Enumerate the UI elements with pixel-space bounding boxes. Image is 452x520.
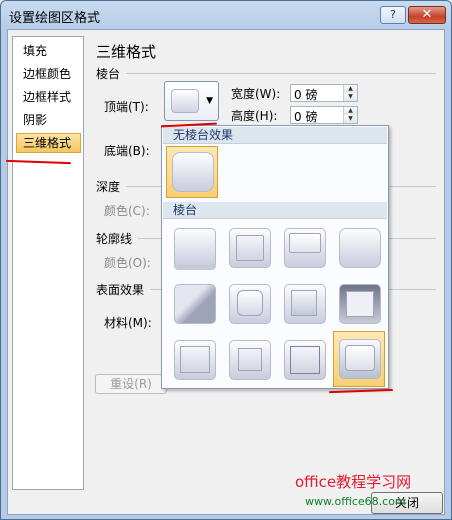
bevel-convex-icon bbox=[284, 284, 326, 324]
surface-group-label: 表面效果 bbox=[96, 283, 145, 297]
bevel-option-2[interactable] bbox=[223, 222, 275, 274]
nav-item-border-style[interactable]: 边框样式 bbox=[16, 87, 81, 107]
bevel-inner-face bbox=[180, 346, 210, 373]
format-plot-area-dialog: 设置绘图区格式 ? ✕ 填充 边框颜色 边框样式 阴影 三维格式 三维格式 棱台… bbox=[0, 0, 452, 520]
bevel-option-10[interactable] bbox=[223, 334, 275, 386]
material-label: 材料(M): bbox=[104, 316, 152, 330]
help-button[interactable]: ? bbox=[380, 6, 406, 24]
bevel-option-6[interactable] bbox=[223, 278, 275, 330]
no-bevel-header: 无棱台效果 bbox=[163, 127, 387, 144]
bevel-option-11[interactable] bbox=[278, 334, 330, 386]
bevel-gallery: 无棱台效果 棱台 bbox=[161, 125, 389, 389]
bevel-art-deco-icon bbox=[339, 339, 381, 379]
bevel-inner-face bbox=[236, 235, 264, 261]
bevel-inner-face bbox=[237, 290, 263, 316]
bevel-option-3[interactable] bbox=[278, 222, 330, 274]
bevel-option-4[interactable] bbox=[333, 222, 385, 274]
bevel-option-1[interactable] bbox=[168, 222, 220, 274]
nav-item-fill[interactable]: 填充 bbox=[16, 41, 81, 61]
bevel-none-icon bbox=[172, 152, 214, 192]
contour-group-label: 轮廓线 bbox=[96, 232, 133, 246]
bevel-inner-face bbox=[345, 345, 375, 371]
width-spinner[interactable]: 0 磅 ▲ ▼ bbox=[290, 84, 358, 102]
chevron-down-icon: ▼ bbox=[206, 96, 213, 106]
height-label: 高度(H): bbox=[231, 109, 278, 123]
nav-item-3d-format[interactable]: 三维格式 bbox=[16, 133, 81, 153]
bevel-hard-edge-icon bbox=[284, 340, 326, 380]
bevel-circle-icon bbox=[174, 228, 216, 268]
bevel-option-7[interactable] bbox=[278, 278, 330, 330]
bevel-relaxed-inset-icon bbox=[229, 228, 271, 268]
category-list: 填充 边框颜色 边框样式 阴影 三维格式 bbox=[12, 36, 84, 490]
bevel-group-divider bbox=[126, 73, 436, 74]
contour-color-label: 颜色(O): bbox=[104, 256, 151, 270]
height-value: 0 磅 bbox=[294, 110, 318, 124]
height-spin-arrows[interactable]: ▲ ▼ bbox=[343, 107, 357, 123]
reset-button[interactable]: 重设(R) bbox=[95, 374, 167, 394]
width-label: 宽度(W): bbox=[231, 87, 281, 101]
panel-title: 三维格式 bbox=[96, 43, 157, 61]
bevel-option-5[interactable] bbox=[168, 278, 220, 330]
bevel-header: 棱台 bbox=[163, 202, 387, 219]
bevel-soft-round-icon bbox=[229, 284, 271, 324]
bevel-riblet-icon bbox=[229, 340, 271, 380]
bevel-inner-face bbox=[289, 233, 321, 253]
bevel-none-option[interactable] bbox=[166, 146, 218, 198]
bevel-base-shade bbox=[174, 265, 216, 270]
top-bevel-dropdown[interactable]: ▼ bbox=[164, 81, 219, 121]
bevel-angle-icon bbox=[174, 284, 216, 324]
bottom-bevel-label: 底端(B): bbox=[104, 144, 150, 158]
height-spinner[interactable]: 0 磅 ▲ ▼ bbox=[290, 106, 358, 124]
depth-color-label: 颜色(C): bbox=[104, 204, 150, 218]
width-value: 0 磅 bbox=[294, 88, 318, 102]
nav-item-border-color[interactable]: 边框颜色 bbox=[16, 64, 81, 84]
top-bevel-label: 顶端(T): bbox=[104, 100, 149, 114]
dialog-title: 设置绘图区格式 bbox=[9, 11, 101, 26]
bevel-cool-slant-icon bbox=[339, 228, 381, 268]
width-spin-arrows[interactable]: ▲ ▼ bbox=[343, 85, 357, 101]
bevel-cross-icon bbox=[284, 228, 326, 268]
watermark-url: www.office68.com bbox=[305, 495, 406, 508]
bevel-inner-face bbox=[291, 290, 317, 316]
bevel-preview-icon bbox=[171, 89, 199, 113]
bevel-slope-icon bbox=[339, 284, 381, 324]
bevel-inner-face bbox=[238, 348, 262, 371]
bevel-divot-icon bbox=[174, 340, 216, 380]
watermark-text: office教程学习网 bbox=[295, 473, 412, 491]
bevel-option-8[interactable] bbox=[333, 278, 385, 330]
nav-item-shadow[interactable]: 阴影 bbox=[16, 110, 81, 130]
close-window-button[interactable]: ✕ bbox=[408, 6, 446, 24]
bevel-group-label: 棱台 bbox=[96, 67, 121, 81]
depth-group-label: 深度 bbox=[96, 180, 121, 194]
bevel-option-12[interactable] bbox=[333, 331, 385, 387]
bevel-inner-face bbox=[290, 346, 320, 374]
title-bar[interactable]: 设置绘图区格式 ? ✕ bbox=[1, 1, 451, 29]
bevel-option-9[interactable] bbox=[168, 334, 220, 386]
bevel-inner-face bbox=[346, 291, 374, 317]
